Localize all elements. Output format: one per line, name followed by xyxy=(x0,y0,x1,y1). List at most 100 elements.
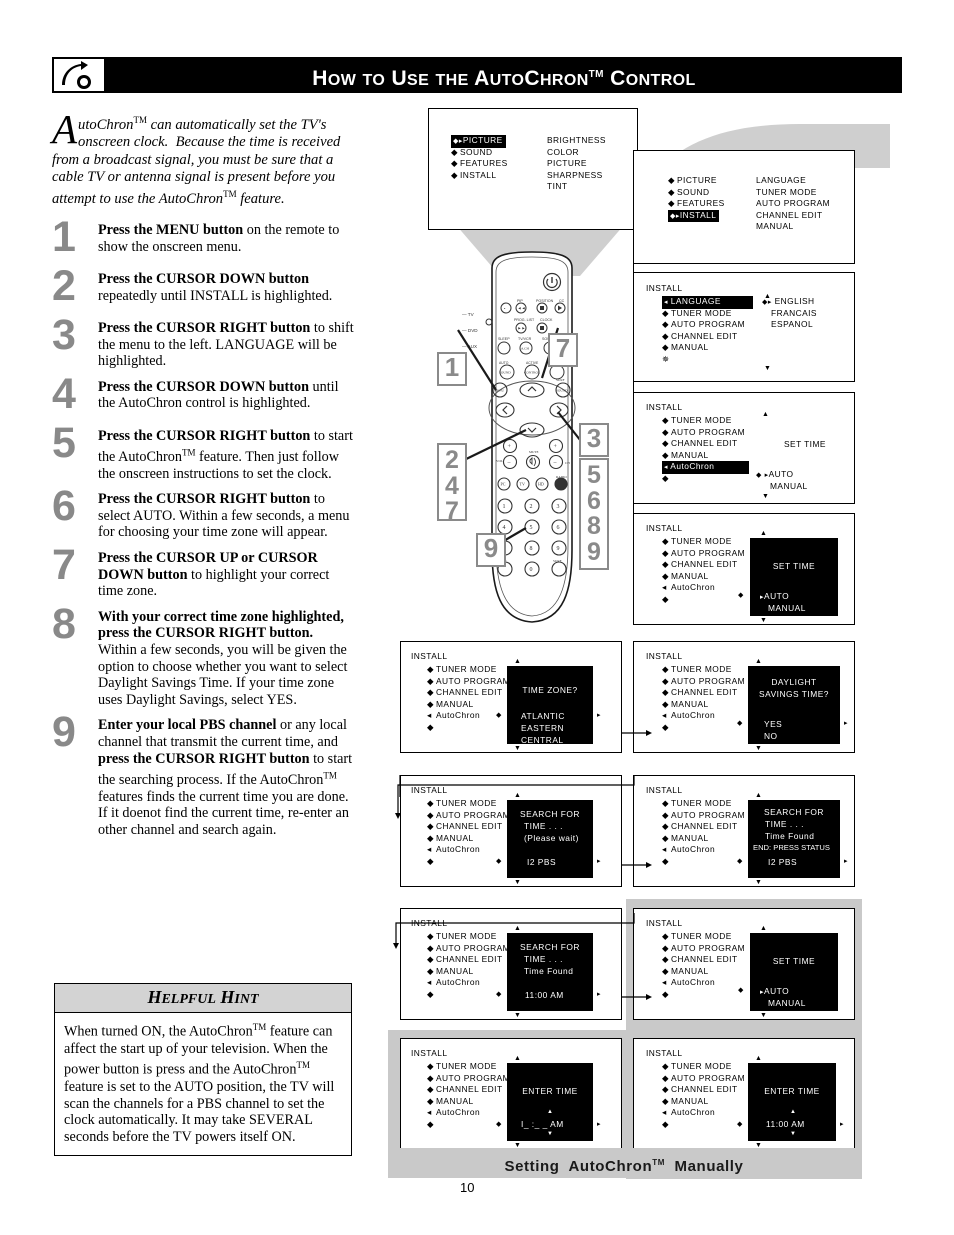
tv-screen-autochron-select: INSTALL ◆ TUNER MODE ◆ AUTO PROGRAM ◆ CHANN… xyxy=(633,392,855,504)
osd-black-panel: ENTER TIME ▲ 11:00 AM ▼ xyxy=(748,1063,836,1141)
callout-9: 9 xyxy=(476,533,506,567)
osd-item: ◆ xyxy=(662,593,669,604)
osd-item: ◆ MANUAL xyxy=(427,1095,474,1106)
step-bold: With your correct time zone highlighted,… xyxy=(98,608,344,642)
osd-item: ◆ MANUAL xyxy=(662,449,709,460)
osd-item: ◂ AutoChron xyxy=(662,582,716,593)
osd-item: ◆ MANUAL xyxy=(662,342,709,353)
step-number: 6 xyxy=(52,482,76,531)
osd-left-column: ◆ TUNER MODE ◆ AUTO PROGRAM ◆ CHANNEL EDIT … xyxy=(662,536,745,606)
step-2: 2 Press the CURSOR DOWN button repeatedl… xyxy=(52,265,354,311)
osd-panel-title: ENTER TIME xyxy=(522,1086,578,1096)
flow-connectors-left xyxy=(399,775,401,797)
callout-3-5-6-8-9: 5689 xyxy=(579,458,609,570)
osd-item: ◂ AutoChron xyxy=(662,1107,716,1118)
osd-item: SHARPNESS xyxy=(547,169,603,180)
step-bold: Press the MENU button xyxy=(98,222,244,238)
osd-scroll-up-icon: ▲ xyxy=(760,529,767,537)
osd-title: INSTALL xyxy=(646,523,683,533)
osd-item-highlighted: ◂ LANGUAGE xyxy=(662,296,753,309)
osd-item: ◆ MANUAL xyxy=(662,1095,709,1106)
osd-scroll-down-icon: ▼ xyxy=(762,492,769,500)
osd-item: ◆ CHANNEL EDIT xyxy=(662,1084,738,1095)
helpful-hint-body: When turned ON, the AutoChronTM feature … xyxy=(64,1022,335,1146)
osd-item: FRANCAIS xyxy=(771,307,817,318)
osd-item: ◆ CHANNEL EDIT xyxy=(662,438,738,449)
osd-item: TUNER MODE xyxy=(756,186,817,197)
osd-item: ◆ TUNER MODE xyxy=(662,1061,732,1071)
osd-item: ◆ SOUND xyxy=(451,146,493,157)
osd-item: ◆ CHANNEL EDIT xyxy=(662,330,738,341)
step-text: Press the CURSOR RIGHT button to select … xyxy=(98,491,354,541)
osd-item: CHANNEL EDIT xyxy=(756,209,823,220)
step-text: Press the CURSOR DOWN button until the A… xyxy=(98,379,354,412)
osd-black-panel: SET TIME ▸AUTO MANUAL xyxy=(750,538,838,616)
osd-item: ◆ INSTALL xyxy=(451,169,497,180)
osd-item: ◆ TUNER MODE xyxy=(427,1061,497,1071)
osd-left-column: ◆ PICTURE ◆ SOUND ◆ FEATURES ◆▸INSTALL xyxy=(668,175,725,223)
osd-title: INSTALL xyxy=(646,402,683,412)
callout-1: 1 xyxy=(437,352,467,386)
osd-item: ◆ SOUND xyxy=(668,186,710,197)
step-9: 9 Enter your local PBS channel or any lo… xyxy=(52,711,354,838)
step-bold: Press the CURSOR DOWN button xyxy=(98,271,309,287)
osd-item: ◆ AUTO PROGRAM xyxy=(427,1072,511,1083)
osd-item-highlighted: ◆▸INSTALL xyxy=(668,209,725,223)
intro-dropcap: A xyxy=(52,106,78,152)
helpful-hint-title: HELPFUL HINT xyxy=(55,984,351,1013)
osd-item: ◆ FEATURES xyxy=(668,198,725,209)
osd-scroll-more-icon: ✵ xyxy=(662,353,670,364)
step-number: 1 xyxy=(52,213,76,261)
step-number: 8 xyxy=(52,599,76,648)
osd-value-up-icon: ▲ xyxy=(547,1109,553,1115)
osd-right-column: LANGUAGE TUNER MODE AUTO PROGRAM CHANNEL… xyxy=(756,175,830,233)
step-rest: Within a few seconds, you will be given … xyxy=(98,642,348,708)
step-text: Press the CURSOR RIGHT button to start t… xyxy=(98,428,354,483)
step-number: 3 xyxy=(52,311,76,359)
step-6: 6 Press the CURSOR RIGHT button to selec… xyxy=(52,485,354,541)
osd-right-arrow-icon: ▸ xyxy=(840,1121,844,1128)
osd-item: ◆ CHANNEL EDIT xyxy=(427,1084,503,1095)
osd-item: ESPANOL xyxy=(771,319,814,330)
callout-7: 7 xyxy=(548,333,578,367)
osd-item: MANUAL xyxy=(770,480,808,491)
osd-item: ◆ xyxy=(662,1118,669,1129)
osd-scroll-down-icon: ▼ xyxy=(760,616,767,624)
intro-text: utoChronTM can automatically set the TV'… xyxy=(52,115,341,208)
osd-value-up-icon: ▲ xyxy=(790,1109,796,1115)
osd-item: COLOR xyxy=(547,146,580,157)
osd-left-column: ◆ TUNER MODE ◆ AUTO PROGRAM ◆ CHANNEL EDIT … xyxy=(662,415,749,485)
osd-item: ◆ xyxy=(662,472,669,483)
osd-item: ◆ PICTURE xyxy=(668,175,717,185)
step-1: 1 Press the MENU button on the remote to… xyxy=(52,216,354,262)
osd-left-column: ◆ TUNER MODE ◆ AUTO PROGRAM ◆ CHANNEL EDIT … xyxy=(662,1061,745,1131)
osd-right-arrow-icon: ▸ xyxy=(597,1121,601,1128)
step-text: Press the CURSOR DOWN button repeatedly … xyxy=(98,271,354,304)
page-header-bar: HOW TO USE THE AUTOCHRONTM CONTROL xyxy=(106,57,902,93)
osd-panel-options: ◆ ▸AUTO MANUAL xyxy=(756,469,808,492)
osd-item: ◆ AUTO PROGRAM xyxy=(662,547,746,558)
step-text: Enter your local PBS channel or any loca… xyxy=(98,717,354,838)
osd-left-column: ◂ LANGUAGE ◆ TUNER MODE ◆ AUTO PROGRAM ◆ CH… xyxy=(662,296,753,366)
step-bold: Press the CURSOR DOWN button xyxy=(98,378,309,395)
osd-panel-value: I_ :_ _ AM xyxy=(521,1119,564,1129)
osd-panel-value: 11:00 AM xyxy=(766,1119,805,1129)
callout-2-4-7: 247 xyxy=(437,443,467,524)
osd-item: ◆ TUNER MODE xyxy=(662,415,732,425)
osd-item: ◆ AUTO PROGRAM xyxy=(662,426,746,437)
osd-item: BRIGHTNESS xyxy=(547,135,606,145)
osd-left-column: ◆▸PICTURE ◆ SOUND ◆ FEATURES ◆ INSTALL xyxy=(451,135,508,181)
osd-item: ◆ FEATURES xyxy=(451,158,508,169)
osd-item: ◆ AUTO PROGRAM xyxy=(662,319,746,330)
osd-right-column: BRIGHTNESS COLOR PICTURE SHARPNESS TINT xyxy=(547,135,606,193)
step-bold: Enter your local PBS channel xyxy=(98,717,277,734)
step-text: Press the MENU button on the remote to s… xyxy=(98,222,354,255)
osd-item: ◆ CHANNEL EDIT xyxy=(662,559,738,570)
osd-item: ◂ AutoChron xyxy=(427,1107,481,1118)
osd-item: ◆ AUTO PROGRAM xyxy=(662,1072,746,1083)
intro-paragraph: AutoChronTM can automatically set the TV… xyxy=(52,106,352,209)
osd-title: INSTALL xyxy=(646,283,683,293)
step-text: With your correct time zone highlighted,… xyxy=(98,609,354,709)
osd-item: ◆ TUNER MODE xyxy=(662,536,732,546)
philips-shield-icon xyxy=(52,57,106,93)
